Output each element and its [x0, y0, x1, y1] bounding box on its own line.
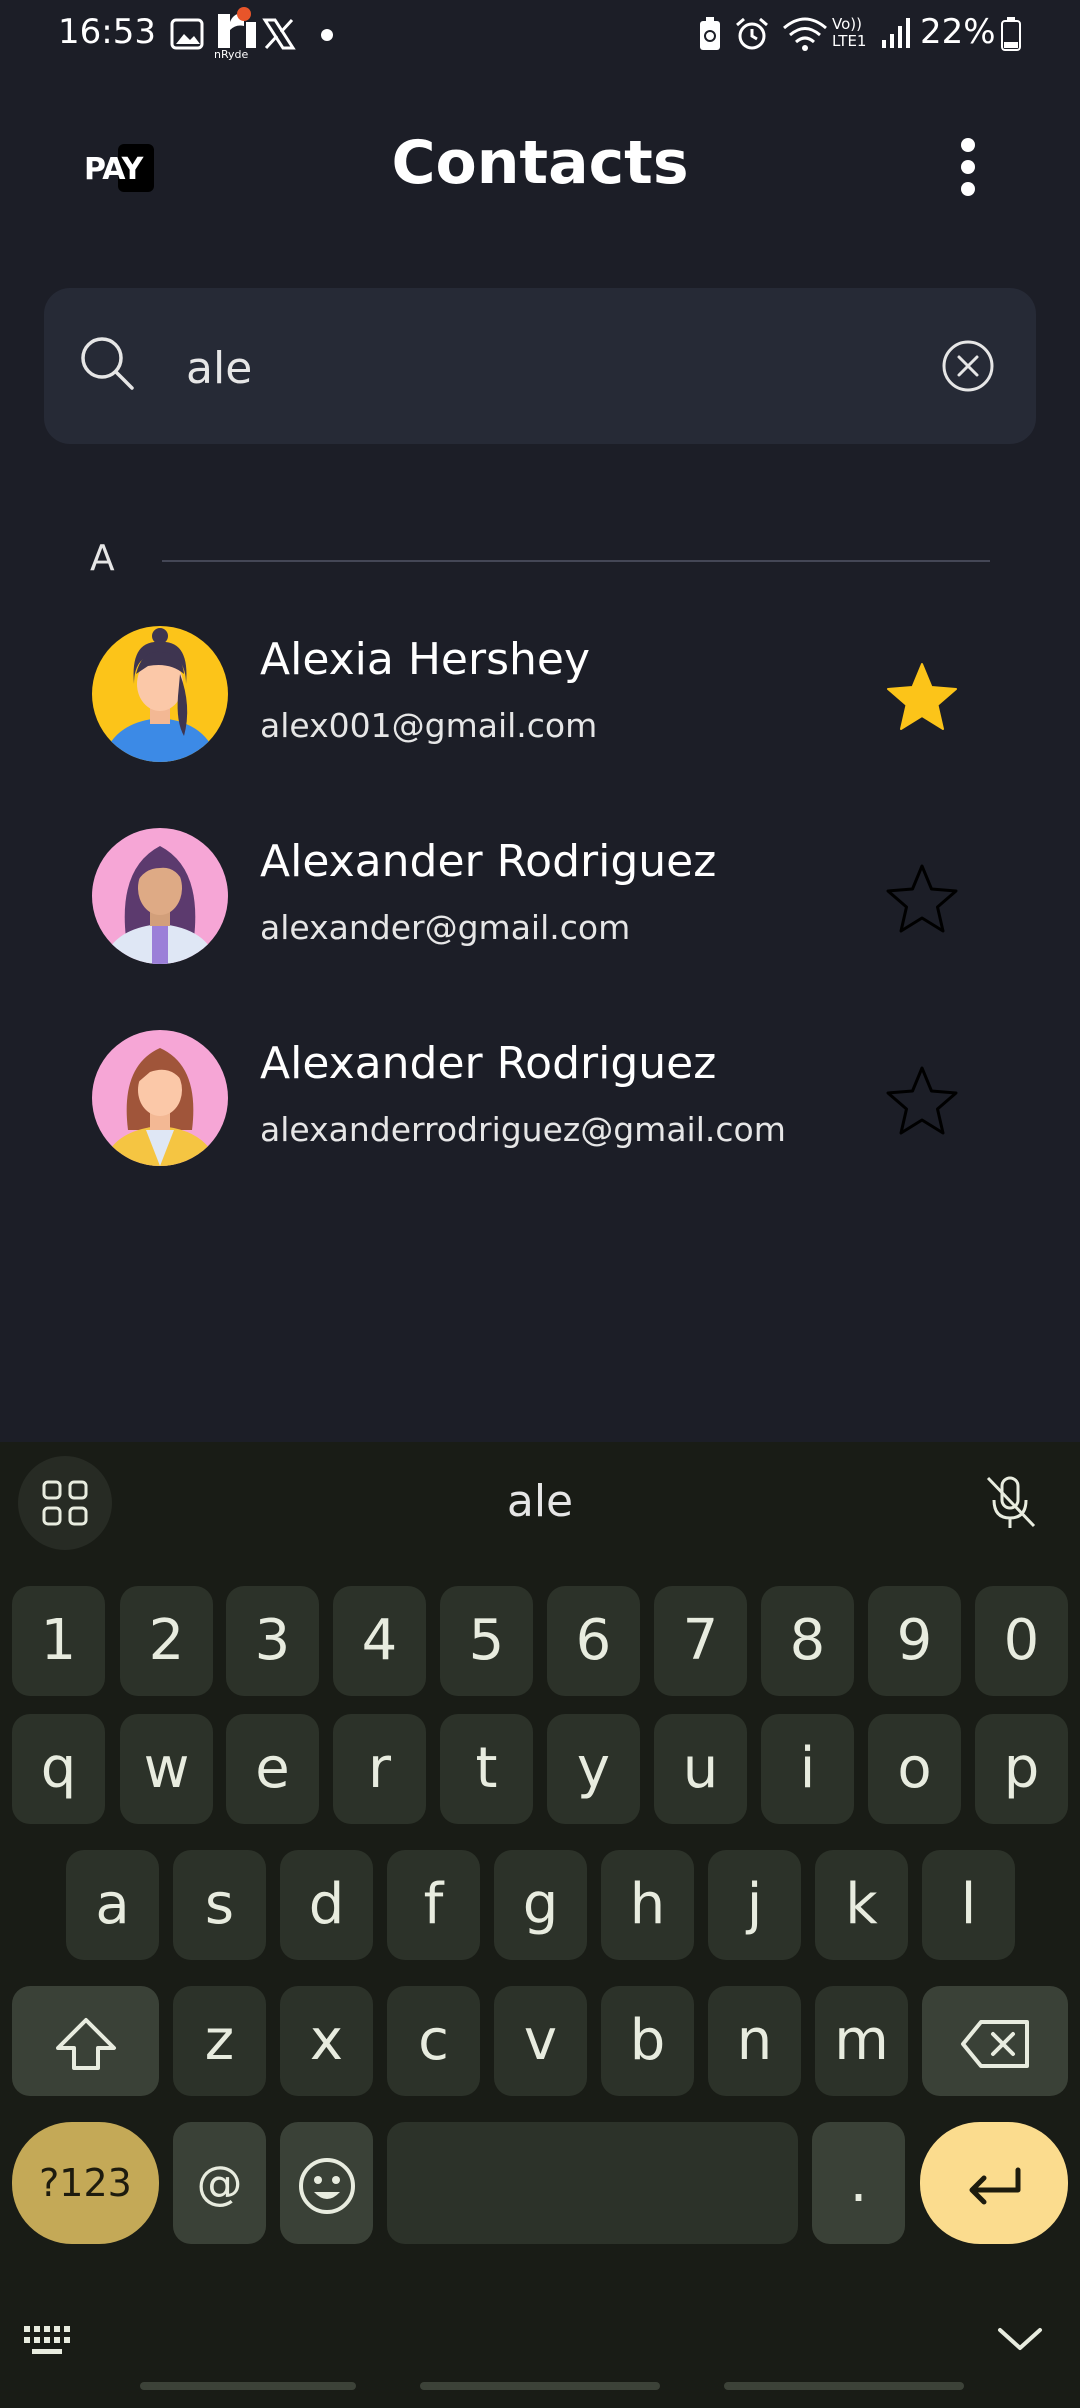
backspace-icon	[961, 2019, 1029, 2068]
key-9[interactable]: 9	[868, 1586, 961, 1696]
shift-key[interactable]	[12, 1986, 159, 2096]
contact-email: alexander@gmail.com	[260, 908, 631, 947]
key-g[interactable]: g	[494, 1850, 587, 1960]
key-z[interactable]: z	[173, 1986, 266, 2096]
contact-name: Alexia Hershey	[260, 634, 590, 685]
key-n[interactable]: n	[708, 1986, 801, 2096]
keyboard-icon[interactable]	[22, 2324, 76, 2358]
at-key[interactable]: @	[173, 2122, 266, 2244]
search-input[interactable]	[184, 332, 948, 404]
clear-icon[interactable]	[940, 338, 996, 394]
emoji-icon	[298, 2157, 355, 2214]
nryde-icon: nRyde	[214, 4, 258, 62]
star-outline-icon[interactable]	[884, 1064, 960, 1140]
wifi-icon	[783, 17, 827, 51]
key-f[interactable]: f	[387, 1850, 480, 1960]
shift-icon	[55, 2017, 116, 2070]
key-j[interactable]: j	[708, 1850, 801, 1960]
key-b[interactable]: b	[601, 1986, 694, 2096]
key-v[interactable]: v	[494, 1986, 587, 2096]
battery-saver-icon	[700, 17, 720, 50]
gallery-icon	[170, 18, 204, 50]
nav-back-handle[interactable]	[724, 2382, 964, 2390]
key-o[interactable]: o	[868, 1714, 961, 1824]
contact-name: Alexander Rodriguez	[260, 836, 717, 887]
nryde-label: nRyde	[214, 48, 249, 61]
contact-email: alexanderrodriguez@gmail.com	[260, 1110, 786, 1149]
nav-home-handle[interactable]	[420, 2382, 660, 2390]
search-bar[interactable]	[44, 288, 1036, 444]
nav-recents-handle[interactable]	[140, 2382, 356, 2390]
keyboard-toolbar: ale	[0, 1442, 1080, 1562]
key-w[interactable]: w	[120, 1714, 213, 1824]
status-time: 16:53	[58, 12, 156, 52]
contact-name: Alexander Rodriguez	[260, 1038, 717, 1089]
key-1[interactable]: 1	[12, 1586, 105, 1696]
key-3[interactable]: 3	[226, 1586, 319, 1696]
avatar	[92, 626, 228, 762]
more-options-button[interactable]	[950, 134, 986, 200]
key-0[interactable]: 0	[975, 1586, 1068, 1696]
star-filled-icon[interactable]	[884, 660, 960, 736]
contact-email: alex001@gmail.com	[260, 706, 598, 745]
chevron-down-icon[interactable]	[996, 2324, 1044, 2354]
section-divider	[162, 560, 990, 562]
search-icon	[81, 337, 134, 390]
key-s[interactable]: s	[173, 1850, 266, 1960]
enter-key[interactable]	[920, 2122, 1068, 2244]
key-p[interactable]: p	[975, 1714, 1068, 1824]
mic-off-icon[interactable]	[980, 1472, 1040, 1532]
key-q[interactable]: q	[12, 1714, 105, 1824]
key-7[interactable]: 7	[654, 1586, 747, 1696]
key-8[interactable]: 8	[761, 1586, 854, 1696]
avatar	[92, 1030, 228, 1166]
backspace-key[interactable]	[922, 1986, 1068, 2096]
key-e[interactable]: e	[226, 1714, 319, 1824]
key-l[interactable]: l	[922, 1850, 1015, 1960]
more-vert-icon-dot	[961, 182, 975, 196]
keyboard-suggestion[interactable]: ale	[0, 1476, 1080, 1527]
soft-keyboard: ale 1 2 3 4 5 6 7 8 9 0 q w e r t y u i …	[0, 1442, 1080, 2408]
contact-row[interactable]: Alexander Rodriguez alexanderrodriguez@g…	[0, 1030, 1080, 1210]
more-vert-icon	[961, 138, 975, 152]
key-2[interactable]: 2	[120, 1586, 213, 1696]
dot-icon	[321, 29, 333, 41]
key-6[interactable]: 6	[547, 1586, 640, 1696]
symbols-key[interactable]: ?123	[12, 2122, 159, 2244]
status-bar: 16:53 nRyde Vo)) LTE1 22%	[0, 0, 1080, 70]
section-header-letter: A	[90, 538, 115, 579]
key-m[interactable]: m	[815, 1986, 908, 2096]
key-t[interactable]: t	[440, 1714, 533, 1824]
key-4[interactable]: 4	[333, 1586, 426, 1696]
key-5[interactable]: 5	[440, 1586, 533, 1696]
signal-icon	[882, 18, 910, 48]
alarm-icon	[736, 17, 768, 50]
key-d[interactable]: d	[280, 1850, 373, 1960]
key-i[interactable]: i	[761, 1714, 854, 1824]
key-h[interactable]: h	[601, 1850, 694, 1960]
star-outline-icon[interactable]	[884, 862, 960, 938]
key-k[interactable]: k	[815, 1850, 908, 1960]
key-y[interactable]: y	[547, 1714, 640, 1824]
emoji-key[interactable]	[280, 2122, 373, 2244]
volte-icon: Vo)) LTE1	[832, 15, 867, 50]
key-x[interactable]: x	[280, 1986, 373, 2096]
enter-icon	[969, 2167, 1021, 2205]
page-title: Contacts	[391, 128, 689, 198]
key-u[interactable]: u	[654, 1714, 747, 1824]
contact-row[interactable]: Alexia Hershey alex001@gmail.com	[0, 626, 1080, 806]
battery-percent: 22%	[920, 12, 996, 52]
more-vert-icon-dot	[961, 160, 975, 174]
app-header: PAY Contacts	[0, 110, 1080, 220]
key-r[interactable]: r	[333, 1714, 426, 1824]
key-a[interactable]: a	[66, 1850, 159, 1960]
key-c[interactable]: c	[387, 1986, 480, 2096]
x-icon	[262, 18, 296, 50]
avatar	[92, 828, 228, 964]
period-key[interactable]: .	[812, 2122, 905, 2244]
space-key[interactable]	[387, 2122, 798, 2244]
contact-row[interactable]: Alexander Rodriguez alexander@gmail.com	[0, 828, 1080, 1008]
battery-icon	[1001, 17, 1021, 51]
